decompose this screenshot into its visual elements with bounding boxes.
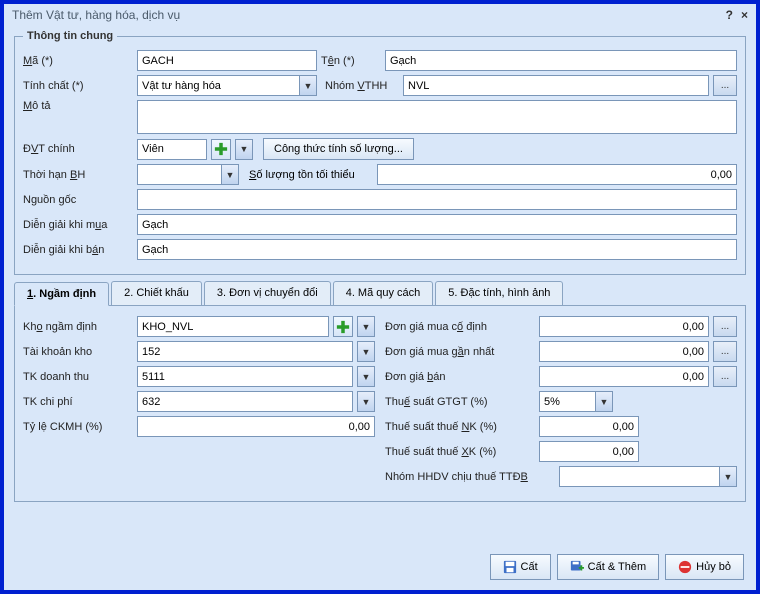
- nhomttdb-combo[interactable]: ▼: [559, 466, 737, 487]
- label-mota: Mô tả: [23, 100, 133, 112]
- congthuc-button[interactable]: Công thức tính số lượng...: [263, 138, 414, 160]
- mota-field[interactable]: [137, 100, 737, 134]
- label-diengiaimua: Diễn giải khi mua: [23, 219, 133, 231]
- tkcp-dropdown-icon[interactable]: ▼: [357, 391, 375, 412]
- window-title: Thêm Vật tư, hàng hóa, dịch vụ: [12, 8, 180, 22]
- dialog-window: Thêm Vật tư, hàng hóa, dịch vụ ? × Thông…: [0, 0, 760, 594]
- nhomvthh-field[interactable]: [403, 75, 709, 96]
- cancel-icon: [678, 560, 692, 574]
- save-icon: [503, 560, 517, 574]
- cancel-button[interactable]: Hủy bỏ: [665, 554, 744, 580]
- tsnk-field[interactable]: [539, 416, 639, 437]
- label-diengiaiban: Diễn giải khi bán: [23, 244, 133, 256]
- tyleckmh-field[interactable]: [137, 416, 375, 437]
- browse-nhomvthh-button[interactable]: ...: [713, 75, 737, 96]
- close-icon[interactable]: ×: [741, 8, 748, 22]
- save-and-add-button[interactable]: Cất & Thêm: [557, 554, 660, 580]
- label-dvtchinh: ĐVT chính: [23, 143, 133, 155]
- label-tkkho: Tài khoản kho: [23, 346, 133, 358]
- tkcp-field[interactable]: [137, 391, 353, 412]
- tkdt-dropdown-icon[interactable]: ▼: [357, 366, 375, 387]
- chevron-down-icon[interactable]: ▼: [221, 164, 239, 185]
- label-nhomvthh: Nhóm VTHH: [321, 80, 399, 92]
- kho-field[interactable]: [137, 316, 329, 337]
- label-dgmgn: Đơn giá mua gần nhất: [385, 346, 535, 358]
- label-tsnk: Thuế suất thuế NK (%): [385, 421, 535, 433]
- tkkho-field[interactable]: [137, 341, 353, 362]
- diengiaiban-field[interactable]: [137, 239, 737, 260]
- label-dgban: Đơn giá bán: [385, 371, 535, 383]
- dgmgn-field: [539, 341, 709, 362]
- label-sltontt: Số lượng tồn tối thiểu: [243, 169, 373, 181]
- label-nguongoc: Nguồn gốc: [23, 194, 133, 206]
- add-kho-button[interactable]: [333, 316, 353, 337]
- dvt-dropdown-icon[interactable]: ▼: [235, 139, 253, 160]
- tabstrip: 1. Ngầm định 2. Chiết khấu 3. Đơn vị chu…: [14, 281, 746, 306]
- label-ma: Mã (*): [23, 55, 133, 67]
- save-label: Cất: [521, 561, 538, 573]
- tab-chietkhau[interactable]: 2. Chiết khấu: [111, 281, 202, 305]
- tab-ngamdinh[interactable]: 1. Ngầm định: [14, 282, 109, 306]
- dvtchinh-input[interactable]: [137, 139, 207, 160]
- chevron-down-icon[interactable]: ▼: [299, 75, 317, 96]
- chevron-down-icon[interactable]: ▼: [719, 466, 737, 487]
- save-add-label: Cất & Thêm: [588, 561, 647, 573]
- label-tyleckmh: Tỷ lệ CKMH (%): [23, 421, 133, 433]
- tsgtgt-combo[interactable]: ▼: [539, 391, 613, 412]
- plus-icon: [214, 142, 228, 156]
- label-tsxk: Thuế suất thuế XK (%): [385, 446, 535, 458]
- label-thoihanbh: Thời hạn BH: [23, 169, 133, 181]
- tinhchat-input[interactable]: [137, 75, 299, 96]
- label-dgmcd: Đơn giá mua cố định: [385, 321, 535, 333]
- tinhchat-combo[interactable]: ▼: [137, 75, 317, 96]
- sltontt-field[interactable]: [377, 164, 737, 185]
- browse-dgmcd-button[interactable]: ...: [713, 316, 737, 337]
- browse-dgmgn-button[interactable]: ...: [713, 341, 737, 362]
- kho-dropdown-icon[interactable]: ▼: [357, 316, 375, 337]
- label-ten: Tên (*): [321, 55, 381, 67]
- group-legend: Thông tin chung: [23, 30, 117, 42]
- tkkho-dropdown-icon[interactable]: ▼: [357, 341, 375, 362]
- tab-dactinh[interactable]: 5. Đặc tính, hình ảnh: [435, 281, 563, 305]
- diengiaimua-field[interactable]: [137, 214, 737, 235]
- label-tsgtgt: Thuế suất GTGT (%): [385, 396, 535, 408]
- label-tkcp: TK chi phí: [23, 396, 133, 408]
- tab-donvichuyendoi[interactable]: 3. Đơn vị chuyển đổi: [204, 281, 331, 305]
- ma-field[interactable]: [137, 50, 317, 71]
- save-add-icon: [570, 560, 584, 574]
- dgban-field[interactable]: [539, 366, 709, 387]
- ten-field[interactable]: [385, 50, 737, 71]
- thoihanbh-combo[interactable]: ▼: [137, 164, 239, 185]
- tsxk-field[interactable]: [539, 441, 639, 462]
- nhomttdb-input[interactable]: [559, 466, 719, 487]
- label-tinhchat: Tính chất (*): [23, 80, 133, 92]
- thoihanbh-input[interactable]: [137, 164, 221, 185]
- save-button[interactable]: Cất: [490, 554, 551, 580]
- chevron-down-icon[interactable]: ▼: [595, 391, 613, 412]
- add-dvt-button[interactable]: [211, 139, 231, 160]
- browse-dgban-button[interactable]: ...: [713, 366, 737, 387]
- label-nhomttdb: Nhóm HHDV chịu thuế TTĐB: [385, 471, 555, 483]
- tkdt-field[interactable]: [137, 366, 353, 387]
- label-tkdt: TK doanh thu: [23, 371, 133, 383]
- dgmcd-field[interactable]: [539, 316, 709, 337]
- titlebar: Thêm Vật tư, hàng hóa, dịch vụ ? ×: [4, 4, 756, 26]
- tabpanel-ngamdinh: Kho ngầm định ▼ Tài khoản kho ▼ TK doanh…: [14, 306, 746, 502]
- plus-icon: [336, 320, 350, 334]
- nguongoc-field[interactable]: [137, 189, 737, 210]
- tab-maquycach[interactable]: 4. Mã quy cách: [333, 281, 434, 305]
- help-icon[interactable]: ?: [726, 8, 733, 22]
- footer-buttons: Cất Cất & Thêm Hủy bỏ: [4, 544, 756, 590]
- group-thongtin-chung: Thông tin chung Mã (*) Tên (*) Tính chất…: [14, 30, 746, 275]
- label-kho: Kho ngầm định: [23, 321, 133, 333]
- tsgtgt-input[interactable]: [539, 391, 595, 412]
- cancel-label: Hủy bỏ: [696, 561, 731, 573]
